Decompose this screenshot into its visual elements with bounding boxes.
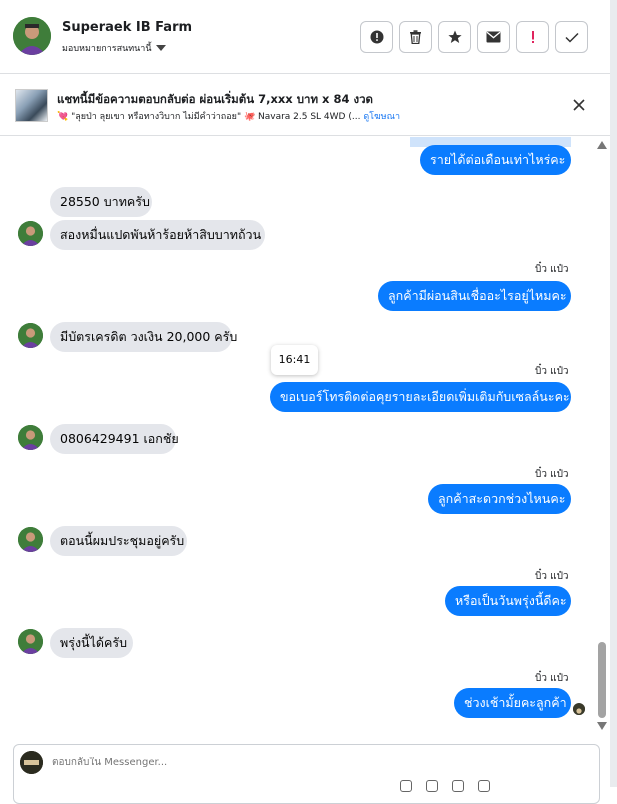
ad-thumbnail[interactable]: [15, 89, 48, 122]
ad-banner-title: แชทนี้มีข้อความตอบกลับต่อ ผ่อนเริ่มต้น 7…: [57, 92, 374, 106]
star-icon: [447, 30, 462, 43]
exclamation-icon: [531, 31, 534, 43]
trash-icon: [410, 30, 421, 44]
message-incoming[interactable]: 28550 บาทครับ: [50, 187, 152, 217]
image-icon[interactable]: [426, 780, 438, 792]
ad-banner-subtitle: 💘 "ลุยป่า ลุยเขา หรือทางวิบาก ไม่มีคำว่า…: [57, 109, 400, 123]
inbox-conversation-panel: Superaek IB Farm มอบหมายการสนทนานี้ แชทน…: [0, 0, 617, 804]
scrollbar-thumb[interactable]: [598, 642, 606, 718]
mark-done-button[interactable]: [555, 21, 588, 53]
star-button[interactable]: [438, 21, 471, 53]
contact-avatar-small: [18, 629, 43, 654]
reply-box: [13, 744, 600, 804]
contact-avatar-small: [18, 425, 43, 450]
contact-avatar-small: [18, 221, 43, 246]
ad-description: 💘 "ลุยป่า ลุยเขา หรือทางวิบาก ไม่มีคำว่า…: [57, 112, 361, 122]
close-banner-button[interactable]: [573, 96, 585, 115]
scroll-up-arrow[interactable]: [597, 141, 607, 149]
message-outgoing[interactable]: ลูกค้ามีผ่อนสินเชื่ออะไรอยู่ไหมคะ: [378, 281, 571, 311]
message-incoming[interactable]: มีบัตรเครดิต วงเงิน 20,000 ครับ: [50, 322, 237, 352]
agent-name-label: บิ๋ว แป๋ว: [535, 673, 569, 684]
message-incoming[interactable]: สองหมื่นแปดพันห้าร้อยห้าสิบบาทถ้วน: [50, 220, 265, 250]
agent-name-label: บิ๋ว แป๋ว: [535, 571, 569, 582]
contact-avatar-small: [18, 527, 43, 552]
mark-unread-button[interactable]: [477, 21, 510, 53]
agent-name-label: บิ๋ว แป๋ว: [535, 366, 569, 377]
close-icon: [573, 99, 585, 111]
contact-avatar-small: [18, 323, 43, 348]
message-outgoing[interactable]: ช่วงเช้ามั้ยคะลูกค้า: [454, 688, 571, 718]
message-outgoing[interactable]: ขอเบอร์โทรติดต่อคุยรายละเอียดเพิ่มเติมกั…: [270, 382, 571, 412]
mark-spam-button[interactable]: [360, 21, 393, 53]
contact-avatar[interactable]: [13, 17, 51, 55]
assign-label: มอบหมายการสนทนานี้: [62, 44, 152, 54]
reply-toolbar: [400, 780, 490, 792]
scroll-down-arrow[interactable]: [597, 722, 607, 730]
emoji-icon[interactable]: [452, 780, 464, 792]
agent-name-label: บิ๋ว แป๋ว: [535, 264, 569, 275]
contact-name[interactable]: Superaek IB Farm: [62, 20, 192, 35]
message-incoming[interactable]: พรุ่งนี้ได้ครับ: [50, 628, 133, 658]
attachment-icon[interactable]: [400, 780, 412, 792]
delete-button[interactable]: [399, 21, 432, 53]
message-outgoing[interactable]: หรือเป็นวันพรุ่งนี้ดีคะ: [445, 586, 571, 616]
agent-name-label: บิ๋ว แป๋ว: [535, 469, 569, 480]
conversation-header: Superaek IB Farm มอบหมายการสนทนานี้: [0, 0, 610, 74]
reply-input[interactable]: [52, 757, 452, 768]
assign-conversation-dropdown[interactable]: มอบหมายการสนทนานี้: [62, 41, 166, 55]
message-incoming[interactable]: ตอนนี้ผมประชุมอยู่ครับ: [50, 526, 187, 556]
panel-edge: [610, 0, 617, 787]
saved-reply-icon[interactable]: [478, 780, 490, 792]
message-time-tooltip: 16:41: [271, 345, 318, 375]
message-outgoing[interactable]: รายได้ต่อเดือนเท่าไหร่คะ: [420, 145, 571, 175]
message-outgoing[interactable]: ลูกค้าสะดวกช่วงไหนคะ: [428, 484, 571, 514]
seen-avatar-icon: [573, 703, 585, 715]
follow-up-button[interactable]: [516, 21, 549, 53]
conversation-actions: [360, 21, 588, 53]
caret-down-icon: [155, 45, 166, 51]
ad-context-banner: แชทนี้มีข้อความตอบกลับต่อ ผ่อนเริ่มต้น 7…: [0, 75, 610, 136]
envelope-icon: [486, 31, 501, 43]
checkmark-icon: [564, 32, 579, 43]
message-incoming[interactable]: 0806429491 เอกชัย: [50, 424, 179, 454]
page-avatar: [20, 751, 43, 774]
alert-circle-icon: [370, 30, 383, 44]
view-ad-link[interactable]: ดูโฆษณา: [363, 112, 400, 122]
